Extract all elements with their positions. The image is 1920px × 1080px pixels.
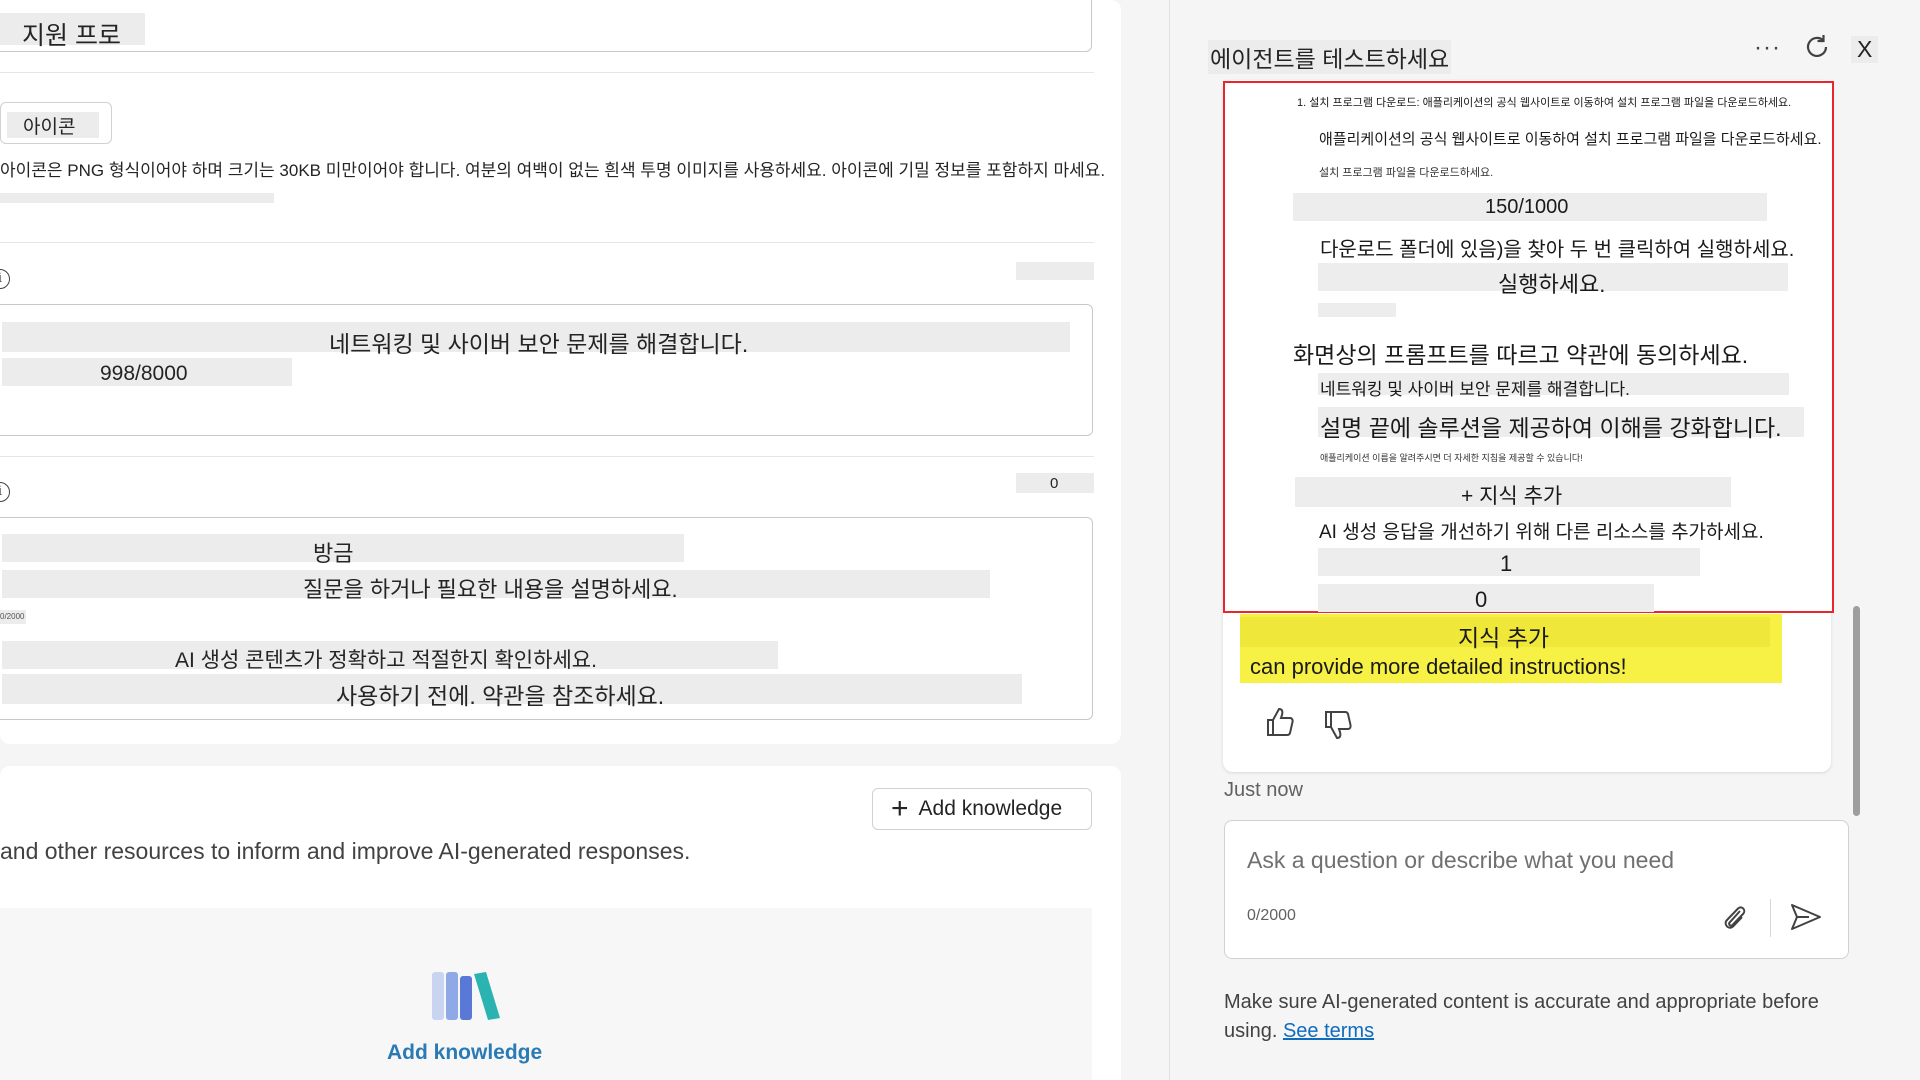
knowledge-empty-area: Add knowledge	[0, 908, 1092, 1080]
more-options-icon[interactable]: ···	[1754, 34, 1781, 62]
input-separator	[1770, 899, 1771, 937]
description-count: 998/8000	[100, 362, 188, 385]
chat-input-box[interactable]: Ask a question or describe what you need…	[1224, 820, 1849, 959]
overlay-line-6: 실행하세요.	[1498, 272, 1606, 297]
name-field[interactable]	[0, 0, 1092, 52]
icon-help-faint-line	[0, 193, 274, 203]
instructions-line-2: 질문을 하거나 필요한 내용을 설명하세요.	[303, 577, 678, 602]
overlay-faint-bar	[1318, 303, 1396, 317]
highlight-block: 지식 추가 can provide more detailed instruct…	[1240, 614, 1782, 683]
highlight-text: can provide more detailed instructions!	[1250, 654, 1627, 679]
overlay-line-3: 설치 프로그램 파일을 다운로드하세요.	[1319, 167, 1494, 179]
instructions-line-4: 사용하기 전에. 약관을 참조하세요.	[336, 683, 665, 709]
icon-upload-label: 아이콘	[23, 117, 76, 138]
description-faint-label	[1016, 262, 1094, 280]
close-icon[interactable]: X	[1851, 36, 1879, 63]
knowledge-description: and other resources to inform and improv…	[0, 838, 691, 864]
icon-help-text: 아이콘은 PNG 형식이어야 하며 크기는 30KB 미만이어야 합니다. 여분…	[0, 161, 1106, 180]
description-value: 네트워킹 및 사이버 보안 문제를 해결합니다.	[329, 331, 749, 357]
thumbs-up-icon[interactable]	[1263, 705, 1297, 739]
overlay-line-13: 1	[1500, 551, 1513, 576]
name-field-value: 지원 프로	[22, 22, 121, 50]
overlay-line-14: 0	[1475, 587, 1488, 612]
overlay-line-10: 애플리케이션 이름을 알려주시면 더 자세한 지침을 제공할 수 있습니다!	[1320, 453, 1583, 463]
overlay-line-4: 150/1000	[1485, 196, 1569, 218]
overlay-line-7: 화면상의 프롬프트를 따르고 약관에 동의하세요.	[1293, 342, 1749, 368]
send-icon[interactable]	[1789, 901, 1823, 933]
divider-3	[0, 456, 1094, 457]
highlight-title: 지식 추가	[1458, 625, 1550, 651]
instructions-line-1: 방금	[313, 541, 354, 566]
agent-details-card: 지원 프로 아이콘 아이콘은 PNG 형식이어야 하며 크기는 30KB 미만이…	[0, 0, 1121, 744]
chat-input-placeholder[interactable]: Ask a question or describe what you need	[1247, 847, 1674, 874]
overlay-line-12: AI 생성 응답을 개선하기 위해 다른 리소스를 추가하세요.	[1319, 522, 1764, 543]
plus-icon: +	[891, 792, 909, 825]
overlay-line-8: 네트워킹 및 사이버 보안 문제를 해결합니다.	[1320, 380, 1630, 399]
message-timestamp: Just now	[1224, 779, 1303, 801]
see-terms-link[interactable]: See terms	[1283, 1020, 1374, 1042]
divider-2	[0, 242, 1094, 243]
refresh-icon[interactable]	[1802, 32, 1832, 62]
add-knowledge-button-label: Add knowledge	[918, 797, 1063, 820]
overlay-line-9: 설명 끝에 솔루션을 제공하여 이해를 강화합니다.	[1320, 415, 1782, 441]
overlay-line-5: 다운로드 폴더에 있음)을 찾아 두 번 클릭하여 실행하세요.	[1320, 239, 1795, 261]
test-panel-title: 에이전트를 테스트하세요	[1208, 40, 1452, 74]
thumbs-down-icon[interactable]	[1321, 708, 1355, 742]
instructions-small-count: 0/2000	[0, 612, 25, 621]
icon-upload-button[interactable]: 아이콘	[0, 102, 112, 144]
description-info-icon[interactable]: i	[0, 269, 10, 289]
attach-icon[interactable]	[1720, 901, 1748, 933]
books-icon	[430, 970, 504, 1022]
ai-disclaimer: Make sure AI-generated content is accura…	[1224, 988, 1824, 1046]
translation-overlay: 1. 설치 프로그램 다운로드: 애플리케이션의 공식 웹사이트로 이동하여 설…	[1223, 81, 1834, 613]
instructions-info-icon[interactable]: i	[0, 482, 10, 502]
chat-scrollbar[interactable]	[1853, 606, 1860, 816]
instructions-line-3: AI 생성 콘텐츠가 정확하고 적절한지 확인하세요.	[175, 649, 597, 672]
chat-input-counter: 0/2000	[1247, 907, 1296, 924]
add-knowledge-button[interactable]: + Add knowledge	[872, 788, 1092, 830]
knowledge-card: + Add knowledge and other resources to i…	[0, 766, 1121, 1080]
overlay-line-1: 1. 설치 프로그램 다운로드: 애플리케이션의 공식 웹사이트로 이동하여 설…	[1297, 97, 1792, 109]
add-knowledge-link[interactable]: Add knowledge	[387, 1041, 542, 1065]
instructions-count: 0	[1050, 475, 1059, 492]
overlay-line-11: + 지식 추가	[1461, 485, 1563, 508]
overlay-line-2: 애플리케이션의 공식 웹사이트로 이동하여 설치 프로그램 파일을 다운로드하세…	[1319, 131, 1822, 148]
divider-1	[0, 72, 1094, 73]
